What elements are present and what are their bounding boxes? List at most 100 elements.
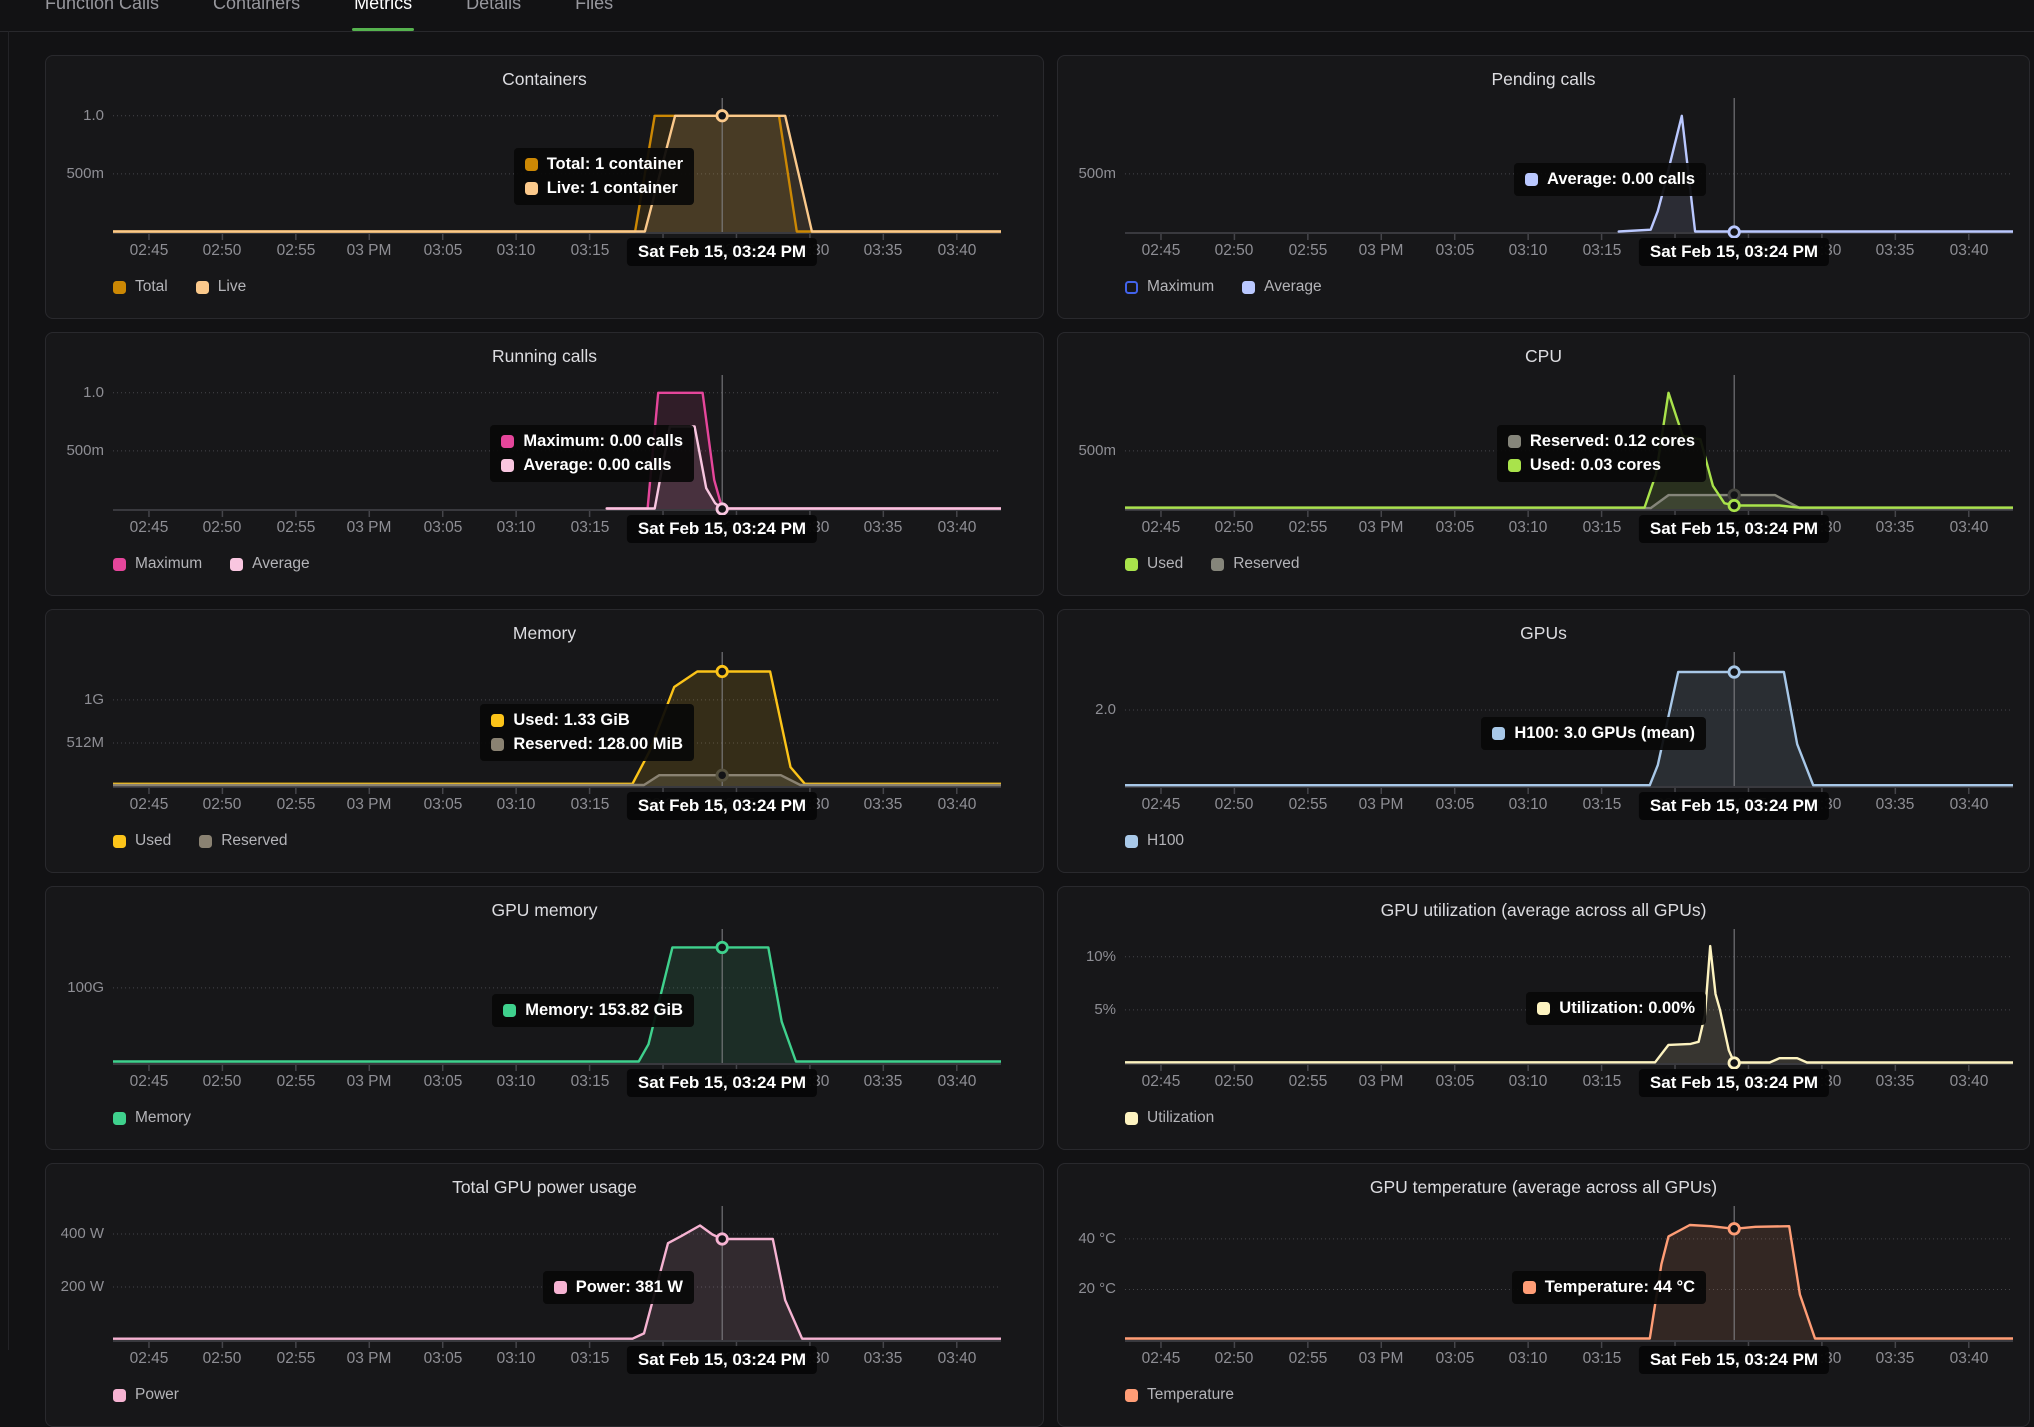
x-axis-label: 03:10 xyxy=(476,242,556,260)
tab-metrics[interactable]: Metrics xyxy=(354,0,412,31)
legend-label: Memory xyxy=(135,1109,191,1127)
series-swatch-icon xyxy=(554,1281,567,1294)
chart-card-gpu-memory: GPU memory100GMemory: 153.82 GiB02:4502:… xyxy=(45,886,1044,1150)
chart-plot-area[interactable]: Memory: 153.82 GiB xyxy=(113,927,1001,1079)
x-axis-label: 03:40 xyxy=(917,242,997,260)
chart-card-running-calls: Running calls1.0500mMaximum: 0.00 callsA… xyxy=(45,332,1044,596)
y-axis-label: 500m xyxy=(1062,165,1116,182)
y-axis-label: 5% xyxy=(1062,1001,1116,1018)
chart-plot-area[interactable]: H100: 3.0 GPUs (mean) xyxy=(1125,650,2013,802)
x-axis-label: 03:15 xyxy=(550,242,630,260)
crosshair-marker xyxy=(1729,667,1739,677)
x-axis-label: 03:15 xyxy=(1562,519,1642,537)
legend-item-used[interactable]: Used xyxy=(1125,555,1183,573)
tooltip-text: Total: 1 container xyxy=(547,155,683,174)
y-axis-label: 10% xyxy=(1062,948,1116,965)
x-axis-label: 03:05 xyxy=(403,1073,483,1091)
x-axis-label: 03:35 xyxy=(843,242,923,260)
legend-item-utilization[interactable]: Utilization xyxy=(1125,1109,1214,1127)
tab-files[interactable]: Files xyxy=(575,0,613,31)
legend-item-used[interactable]: Used xyxy=(113,832,171,850)
x-axis-label: 02:45 xyxy=(109,1350,189,1368)
chart-title: GPU temperature (average across all GPUs… xyxy=(1058,1177,2029,1198)
x-axis-label: 03:10 xyxy=(476,1073,556,1091)
legend-swatch-icon xyxy=(1125,835,1138,848)
crosshair-timestamp-tooltip: Sat Feb 15, 03:24 PM xyxy=(627,792,817,820)
tooltip-text: Reserved: 0.12 cores xyxy=(1530,432,1695,451)
x-axis-label: 03:35 xyxy=(1855,1350,1935,1368)
x-axis-label: 03:15 xyxy=(1562,796,1642,814)
chart-legend: H100 xyxy=(1125,832,1184,850)
legend-label: Used xyxy=(135,832,171,850)
chart-title: Containers xyxy=(46,69,1043,90)
legend-item-h100[interactable]: H100 xyxy=(1125,832,1184,850)
legend-item-power[interactable]: Power xyxy=(113,1386,179,1404)
x-axis-label: 02:55 xyxy=(1268,1073,1348,1091)
x-axis-label: 02:55 xyxy=(1268,242,1348,260)
chart-plot-area[interactable]: Used: 1.33 GiBReserved: 128.00 MiB xyxy=(113,650,1001,802)
x-axis-label: 03 PM xyxy=(329,242,409,260)
y-axis-label: 500m xyxy=(50,165,104,182)
series-swatch-icon xyxy=(1523,1281,1536,1294)
x-axis-label: 03:15 xyxy=(550,1073,630,1091)
chart-plot-area[interactable]: Reserved: 0.12 coresUsed: 0.03 cores xyxy=(1125,373,2013,525)
tooltip-row: Reserved: 0.12 cores xyxy=(1508,432,1695,451)
chart-legend: Power xyxy=(113,1386,179,1404)
legend-label: Utilization xyxy=(1147,1109,1214,1127)
chart-legend: Total Live xyxy=(113,278,246,296)
legend-item-temperature[interactable]: Temperature xyxy=(1125,1386,1234,1404)
chart-plot-area[interactable]: Maximum: 0.00 callsAverage: 0.00 calls xyxy=(113,373,1001,525)
legend-item-memory[interactable]: Memory xyxy=(113,1109,191,1127)
chart-tooltip: Utilization: 0.00% xyxy=(1526,992,1706,1025)
chart-card-pending-calls: Pending calls500mAverage: 0.00 calls02:4… xyxy=(1057,55,2030,319)
x-axis-label: 02:45 xyxy=(1121,796,1201,814)
tooltip-row: Live: 1 container xyxy=(525,179,683,198)
y-axis-label: 200 W xyxy=(50,1278,104,1295)
series-swatch-icon xyxy=(1508,459,1521,472)
legend-item-maximum[interactable]: Maximum xyxy=(113,555,202,573)
x-axis-label: 02:45 xyxy=(1121,519,1201,537)
x-axis-label: 03:05 xyxy=(1415,519,1495,537)
legend-item-reserved[interactable]: Reserved xyxy=(199,832,287,850)
y-axis-label: 20 °C xyxy=(1062,1280,1116,1297)
series-swatch-icon xyxy=(501,435,514,448)
legend-swatch-icon xyxy=(113,1389,126,1402)
chart-plot-area[interactable]: Total: 1 container Live: 1 container xyxy=(113,96,1001,248)
tooltip-row: Average: 0.00 calls xyxy=(501,456,683,475)
chart-title: Running calls xyxy=(46,346,1043,367)
legend-item-total[interactable]: Total xyxy=(113,278,168,296)
x-axis-label: 02:45 xyxy=(109,242,189,260)
chart-plot-area[interactable]: Average: 0.00 calls xyxy=(1125,96,2013,248)
tooltip-text: Power: 381 W xyxy=(576,1278,683,1297)
legend-label: Temperature xyxy=(1147,1386,1234,1404)
x-axis-label: 03:10 xyxy=(1488,519,1568,537)
x-axis-label: 02:50 xyxy=(182,796,262,814)
chart-tooltip: Used: 1.33 GiBReserved: 128.00 MiB xyxy=(480,704,694,761)
tooltip-row: Power: 381 W xyxy=(554,1278,683,1297)
legend-label: Average xyxy=(252,555,309,573)
x-axis-label: 03:10 xyxy=(1488,242,1568,260)
chart-plot-area[interactable]: Power: 381 W xyxy=(113,1204,1001,1356)
tab-function-calls[interactable]: Function Calls xyxy=(45,0,159,31)
crosshair-timestamp-tooltip: Sat Feb 15, 03:24 PM xyxy=(627,238,817,266)
legend-item-maximum[interactable]: Maximum xyxy=(1125,278,1214,296)
chart-plot-area[interactable]: Temperature: 44 °C xyxy=(1125,1204,2013,1356)
legend-item-reserved[interactable]: Reserved xyxy=(1211,555,1299,573)
legend-item-average[interactable]: Average xyxy=(1242,278,1321,296)
chart-tooltip: Total: 1 container Live: 1 container xyxy=(514,148,694,205)
x-axis-label: 03:35 xyxy=(843,1350,923,1368)
tab-containers[interactable]: Containers xyxy=(213,0,300,31)
x-axis-label: 03:35 xyxy=(1855,1073,1935,1091)
crosshair-timestamp-tooltip: Sat Feb 15, 03:24 PM xyxy=(627,1346,817,1374)
legend-item-live[interactable]: Live xyxy=(196,278,246,296)
chart-tooltip: Temperature: 44 °C xyxy=(1512,1271,1706,1304)
chart-plot-area[interactable]: Utilization: 0.00% xyxy=(1125,927,2013,1079)
tooltip-row: Total: 1 container xyxy=(525,155,683,174)
x-axis-label: 02:55 xyxy=(1268,519,1348,537)
x-axis-label: 03:05 xyxy=(403,242,483,260)
x-axis-label: 03:05 xyxy=(1415,1350,1495,1368)
tab-details[interactable]: Details xyxy=(466,0,521,31)
x-axis-label: 03:10 xyxy=(476,1350,556,1368)
legend-swatch-icon xyxy=(1125,281,1138,294)
legend-item-average[interactable]: Average xyxy=(230,555,309,573)
